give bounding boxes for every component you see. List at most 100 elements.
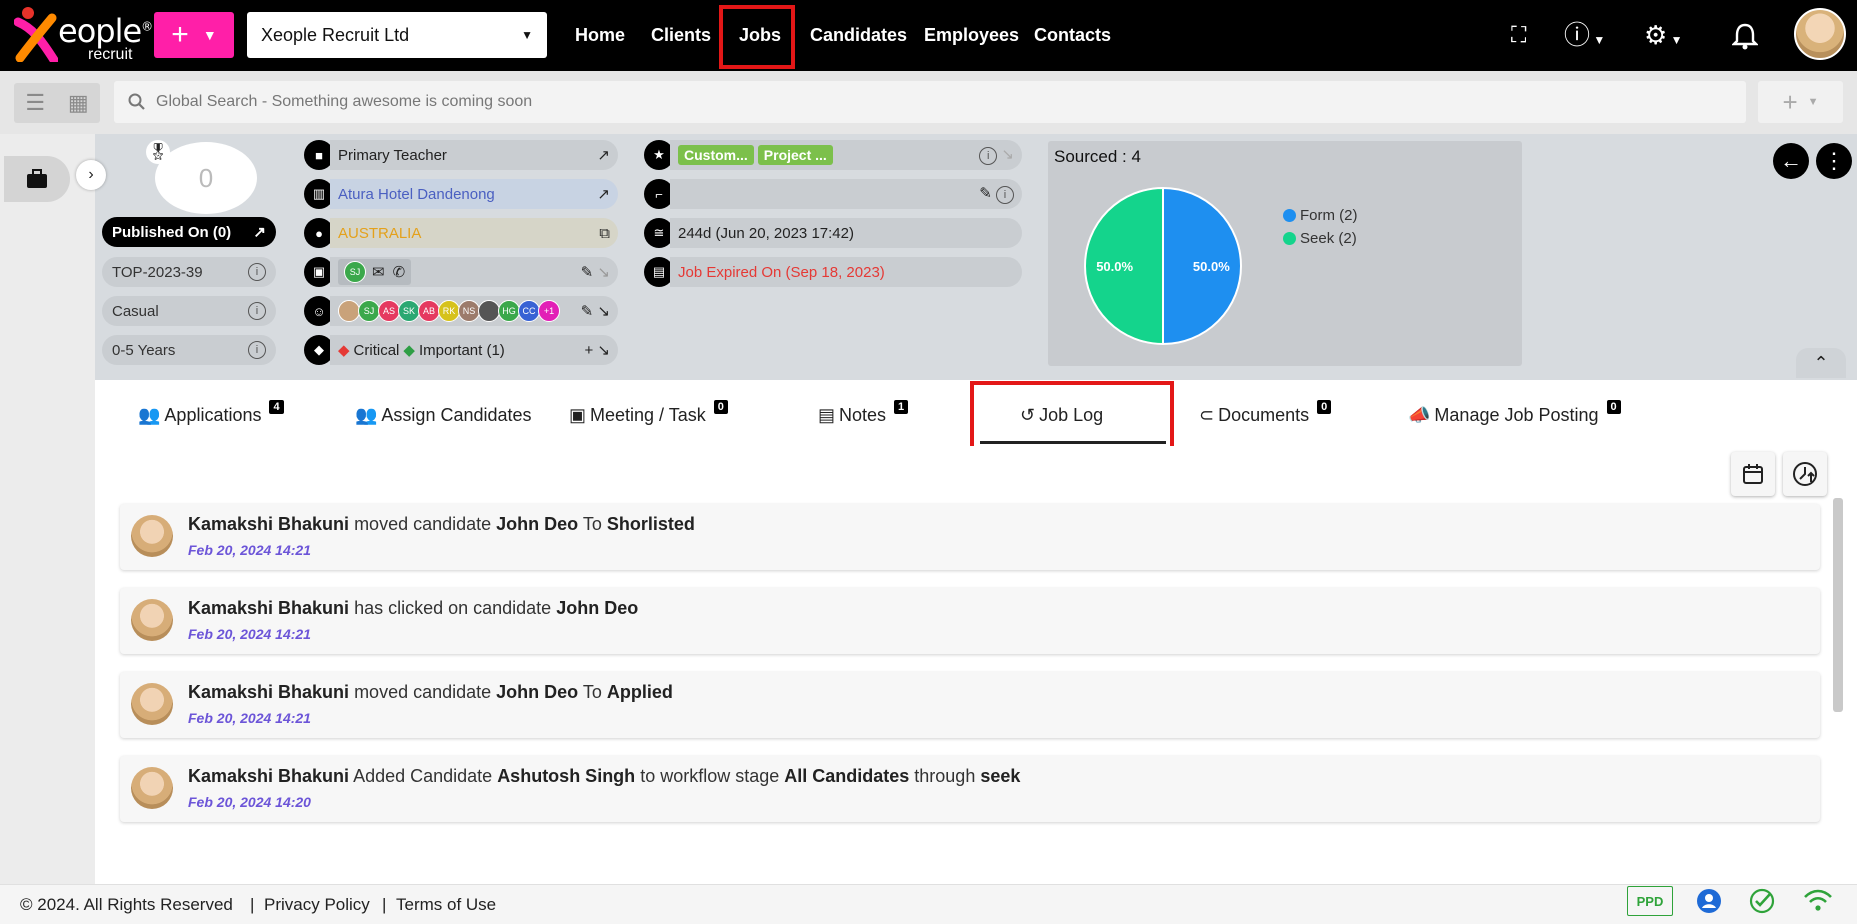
more-vertical-button[interactable]: ⋮	[1816, 143, 1852, 179]
list-view-icon[interactable]: ☰	[25, 90, 45, 116]
user-avatar	[131, 515, 173, 557]
location: AUSTRALIA	[338, 224, 422, 242]
tags-list: ◆ Critical ◆ Important (1)	[338, 341, 505, 360]
log-text: Kamakshi Bhakuni moved candidate John De…	[188, 514, 695, 534]
job-log-highlight-box	[970, 381, 1174, 456]
nav-home[interactable]: Home	[575, 12, 625, 58]
open-arrow-icon[interactable]: ↗	[597, 185, 610, 203]
pie-slice-label: 50.0%	[1096, 259, 1133, 274]
team-avatar: AS	[378, 300, 400, 322]
tag-icon: ◆	[338, 342, 350, 359]
wifi-icon	[1804, 889, 1832, 911]
tab-assign-candidates[interactable]: 👥 Assign Candidates	[355, 400, 532, 430]
footer-separator: |	[382, 895, 387, 914]
edit-icon[interactable]: ✎	[581, 264, 594, 281]
external-link-icon[interactable]: ⧉	[599, 225, 610, 242]
check-circle-icon[interactable]	[1749, 888, 1775, 914]
log-time: Feb 20, 2024 14:21	[188, 542, 311, 558]
expand-sidebar-button[interactable]: ›	[76, 160, 106, 190]
job-expired: Job Expired On (Sep 18, 2023)	[678, 263, 885, 281]
legend-label: Form (2)	[1300, 207, 1358, 224]
logo-x-icon	[14, 7, 58, 62]
label-tag[interactable]: Custom...	[678, 145, 754, 165]
footer: © 2024. All Rights Reserved | Privacy Po…	[0, 884, 1857, 924]
nav-contacts[interactable]: Contacts	[1034, 12, 1111, 58]
legend-item[interactable]: Seek (2)	[1283, 230, 1358, 247]
info-icon[interactable]: i	[996, 186, 1014, 204]
info-icon[interactable]: i	[979, 147, 998, 165]
tab-manage-job-posting[interactable]: 📣 Manage Job Posting 0	[1408, 400, 1621, 430]
published-on-text: Published On (0)	[112, 223, 232, 241]
view-toggle[interactable]: ☰ ▦	[14, 83, 100, 123]
location-row: ● AUSTRALIA ⧉	[304, 218, 618, 248]
tab-applications[interactable]: 👥 Applications 4	[138, 400, 284, 430]
legend-item[interactable]: Form (2)	[1283, 207, 1358, 224]
terms-of-use-link[interactable]: Terms of Use	[396, 895, 496, 915]
nav-clients[interactable]: Clients	[651, 12, 711, 58]
date-filter-button[interactable]	[1731, 452, 1775, 496]
fullscreen-icon[interactable]: ⛶	[1511, 18, 1526, 52]
info-icon[interactable]: i	[248, 302, 266, 320]
open-arrow-icon[interactable]: ↗	[597, 146, 610, 164]
back-arrow-button[interactable]: ←	[1773, 143, 1809, 179]
info-icon[interactable]: i	[248, 341, 266, 359]
sourced-chart-card: Sourced : 4 50.0% 50.0% Form (2) Seek (2)	[1048, 141, 1522, 366]
legend-swatch	[1283, 232, 1296, 245]
global-search[interactable]: Global Search - Something awesome is com…	[114, 81, 1746, 123]
client-link[interactable]: Atura Hotel Dandenong	[338, 186, 495, 203]
copyright: © 2024. All Rights Reserved	[20, 895, 233, 914]
tag-label: Important (1)	[418, 341, 505, 359]
tab-label: Applications	[164, 404, 262, 425]
gear-icon[interactable]: ⚙ ▼	[1644, 18, 1683, 57]
tab-label: Assign Candidates	[381, 404, 532, 425]
info-icon[interactable]: i	[248, 263, 266, 281]
help-icon[interactable]: ⓘ ▼	[1564, 18, 1605, 57]
jobs-module-button[interactable]	[4, 156, 70, 202]
arrow-icon[interactable]: ↘	[597, 342, 610, 359]
log-text: Kamakshi Bhakuni Added Candidate Ashutos…	[188, 766, 1021, 786]
labels-row: ★ Custom... Project ... i ↘	[644, 140, 1022, 170]
grid-view-icon[interactable]: ▦	[68, 90, 89, 116]
team-avatar: NS	[458, 300, 480, 322]
quick-add-button[interactable]: + ▼	[154, 12, 234, 58]
job-ref-pill: TOP-2023-39 i	[102, 257, 276, 287]
team-row: ☺ SJ AS SK AB RK NS HG CC +1 ✎ ↘	[304, 296, 618, 326]
log-entry: Kamakshi Bhakuni Added Candidate Ashutos…	[120, 756, 1820, 822]
tab-badge: 0	[1317, 400, 1332, 414]
nav-employees[interactable]: Employees	[924, 12, 1019, 58]
log-time: Feb 20, 2024 14:21	[188, 626, 311, 642]
user-avatar[interactable]	[1794, 8, 1846, 60]
scrollbar[interactable]	[1833, 498, 1843, 712]
arrow-icon[interactable]: ↘	[597, 303, 610, 320]
sort-time-button[interactable]	[1783, 452, 1827, 496]
mail-icon[interactable]: ✉	[372, 263, 385, 281]
consultant-avatar: SJ	[344, 261, 366, 283]
published-on-pill[interactable]: Published On (0) ↗	[102, 217, 276, 247]
collapse-header-button[interactable]: ⌃	[1796, 348, 1846, 378]
label-tag[interactable]: Project ...	[757, 145, 833, 165]
edit-icon[interactable]: ✎	[581, 303, 594, 320]
bell-icon[interactable]	[1732, 22, 1758, 50]
calendar-icon	[1743, 464, 1763, 484]
tab-meeting-task[interactable]: ▣ Meeting / Task 0	[569, 400, 728, 430]
age-row: ≅ 244d (Jun 20, 2023 17:42)	[644, 218, 1022, 248]
add-menu-button[interactable]: + ▼	[1758, 81, 1843, 123]
log-text: Kamakshi Bhakuni has clicked on candidat…	[188, 598, 639, 618]
edit-icon[interactable]: ✎	[979, 185, 992, 202]
user-circle-icon[interactable]	[1696, 888, 1722, 914]
job-ref: TOP-2023-39	[112, 263, 203, 281]
phone-icon[interactable]: ✆	[393, 263, 406, 281]
privacy-policy-link[interactable]: Privacy Policy	[264, 895, 370, 915]
chart-title: Sourced : 4	[1054, 147, 1141, 166]
tab-badge: 0	[713, 400, 728, 414]
ppd-badge[interactable]: PPD	[1627, 886, 1673, 916]
add-icon[interactable]: +	[584, 342, 593, 359]
legend-label: Seek (2)	[1300, 230, 1357, 247]
consultant-chip[interactable]: SJ ✉ ✆	[338, 259, 412, 285]
tab-documents[interactable]: ⊂ Documents 0	[1199, 400, 1332, 430]
job-age: 244d (Jun 20, 2023 17:42)	[678, 224, 854, 242]
tab-notes[interactable]: ▤ Notes 1	[818, 400, 909, 430]
team-avatars[interactable]: SJ AS SK AB RK NS HG CC +1	[338, 300, 560, 322]
company-select[interactable]: Xeople Recruit Ltd ▼	[247, 12, 547, 58]
nav-candidates[interactable]: Candidates	[810, 12, 907, 58]
